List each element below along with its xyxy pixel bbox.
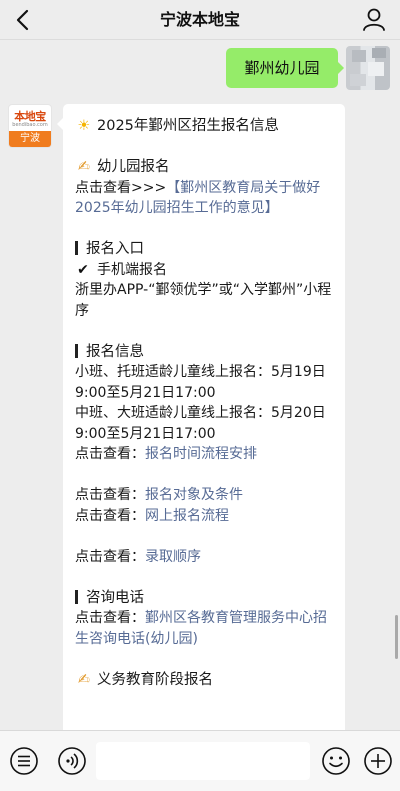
view-prefix: 点击查看：	[75, 548, 145, 565]
menu-button[interactable]	[8, 745, 40, 777]
article-title: 2025年鄞州区招生报名信息	[97, 118, 279, 134]
entry-heading: 报名入口	[86, 241, 144, 257]
mobile-text: 浙里办APP-“鄞领优学”或“入学鄞州”小程序	[75, 282, 332, 319]
section-bar-icon	[75, 589, 78, 604]
conditions-link[interactable]: 报名对象及条件	[145, 487, 243, 503]
schedule-line: 点击查看：报名时间流程安排	[75, 444, 335, 465]
compulsory-heading-line: ✍ 义务教育阶段报名	[75, 670, 335, 691]
chat-title: 宁波本地宝	[159, 10, 240, 29]
admission-order-line: 点击查看：录取顺序	[75, 547, 335, 568]
profile-button[interactable]	[358, 4, 390, 36]
check-mark-icon: ✔	[77, 261, 89, 278]
admission-order-link[interactable]: 录取顺序	[145, 549, 201, 565]
section-bar-icon	[75, 343, 78, 358]
person-icon	[363, 8, 385, 31]
mobile-label-line: ✔ 手机端报名	[75, 260, 335, 281]
sun-icon: ☀	[77, 118, 91, 134]
input-bar	[0, 730, 400, 791]
avatar-city-label: 宁波	[9, 131, 51, 147]
info-small-class: 小班、托班适龄儿童线上报名：5月19日9:00至5月21日17:00	[75, 364, 326, 401]
view-prefix: 点击查看：	[75, 446, 145, 462]
view-prefix: 点击查看：	[75, 610, 145, 626]
article-title-line: ☀ 2025年鄞州区招生报名信息	[75, 116, 335, 137]
chat-area[interactable]: 鄞州幼儿园 本地宝 bendibao.com 宁波 ☀ 2025年鄞州区招生报名信…	[0, 40, 400, 730]
compulsory-heading: 义务教育阶段报名	[97, 671, 213, 688]
avatar-logo-sub: bendibao.com	[12, 122, 48, 128]
online-flow-line: 点击查看：网上报名流程	[75, 506, 335, 527]
view-prefix: 点击查看：	[75, 487, 145, 503]
kindergarten-heading-line: ✍ 幼儿园报名	[75, 157, 335, 178]
writing-hand-icon: ✍	[77, 159, 91, 175]
online-flow-link[interactable]: 网上报名流程	[145, 508, 229, 524]
my-avatar[interactable]	[346, 46, 390, 90]
voice-icon	[58, 747, 86, 775]
bot-avatar[interactable]: 本地宝 bendibao.com 宁波	[8, 104, 52, 148]
info-heading-line: 报名信息	[75, 342, 335, 363]
my-message-text: 鄞州幼儿园	[244, 59, 320, 77]
writing-hand-icon: ✍	[77, 671, 91, 688]
schedule-link[interactable]: 报名时间流程安排	[145, 446, 257, 462]
emoji-button[interactable]	[320, 745, 352, 777]
emoji-icon	[322, 747, 350, 775]
plus-button[interactable]	[362, 745, 394, 777]
contact-heading: 咨询电话	[86, 589, 144, 606]
scrollbar-thumb[interactable]	[395, 615, 398, 659]
info-heading: 报名信息	[86, 343, 144, 360]
my-message-bubble[interactable]: 鄞州幼儿园	[226, 48, 344, 88]
menu-list-icon	[10, 747, 38, 775]
entry-heading-line: 报名入口	[75, 239, 335, 260]
conditions-line: 点击查看：报名对象及条件	[75, 485, 335, 506]
section-bar-icon	[75, 241, 78, 255]
contact-heading-line: 咨询电话	[75, 588, 335, 609]
policy-line: 点击查看>>>【鄞州区教育局关于做好2025年幼儿园招生工作的意见】	[75, 178, 335, 219]
voice-button[interactable]	[56, 745, 88, 777]
info-big-class: 中班、大班适龄儿童线上报名：5月20日9:00至5月21日17:00	[75, 405, 326, 442]
contact-line: 点击查看：鄞州区各教育管理服务中心招生咨询电话(幼儿园)	[75, 608, 335, 649]
bot-message-bubble[interactable]: ☀ 2025年鄞州区招生报名信息 ✍ 幼儿园报名 点击查看>>>【鄞州区教育局关于做…	[57, 104, 345, 730]
message-input[interactable]	[96, 742, 310, 780]
mobile-label: 手机端报名	[97, 261, 167, 278]
plus-icon	[364, 747, 392, 775]
kindergarten-heading: 幼儿园报名	[97, 159, 170, 175]
view-prefix-arrow: 点击查看>>>	[75, 179, 167, 196]
view-prefix: 点击查看：	[75, 507, 145, 524]
top-bar: 宁波本地宝	[0, 0, 400, 40]
